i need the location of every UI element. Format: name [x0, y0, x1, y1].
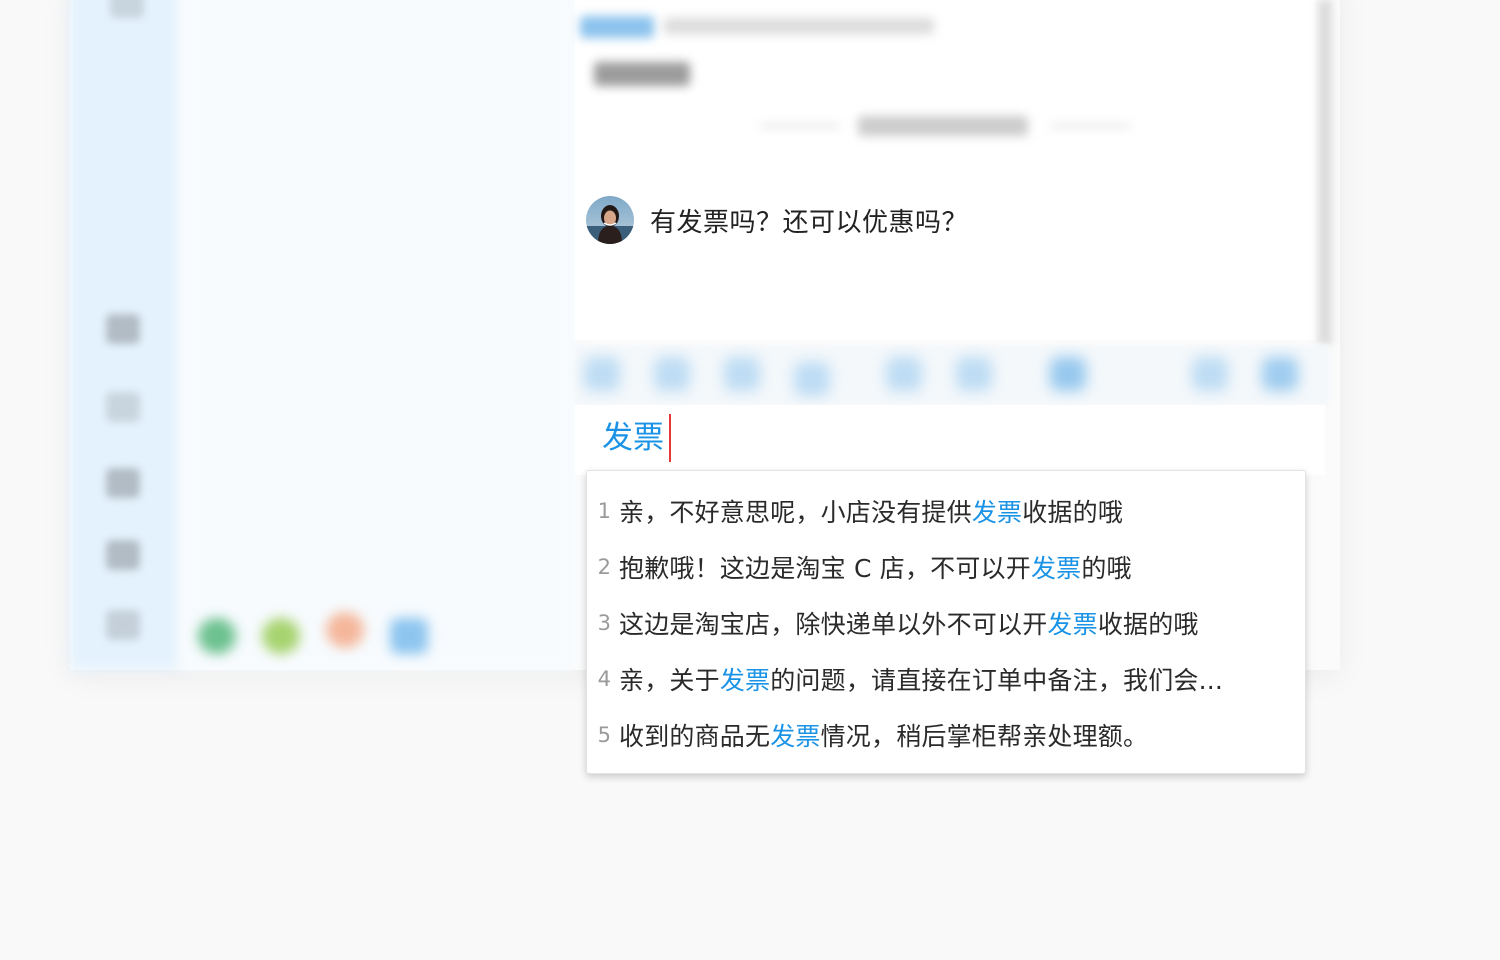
suggestion-item[interactable]: 5 收到的商品无发票情况，稍后掌柜帮亲处理额。	[587, 707, 1305, 763]
suggestion-text: 这边是淘宝店，除快递单以外不可以开发票收据的哦	[619, 610, 1199, 639]
app-icon-blurred[interactable]	[390, 618, 428, 654]
user-avatar-icon[interactable]	[586, 196, 634, 244]
suggestion-keyword: 发票	[971, 498, 1023, 527]
nav-icon-blurred[interactable]	[106, 468, 140, 498]
suggestion-item[interactable]: 4 亲，关于发票的问题，请直接在订单中备注，我们会...	[587, 651, 1305, 707]
suggestion-item[interactable]: 2 抱歉哦！这边是淘宝 C 店，不可以开发票的哦	[587, 539, 1305, 595]
suggestion-item[interactable]: 3 这边是淘宝店，除快递单以外不可以开发票收据的哦	[587, 595, 1305, 651]
text-caret	[669, 414, 671, 462]
folder-icon[interactable]	[956, 357, 992, 391]
suggestion-text: 亲，关于发票的问题，请直接在订单中备注，我们会...	[619, 666, 1224, 695]
chat-history-area	[575, 0, 1315, 340]
suggestion-keyword: 发票	[719, 666, 771, 695]
blurred-chat-content	[858, 116, 1028, 136]
search-icon[interactable]	[1192, 357, 1228, 391]
message-text: 有发票吗？还可以优惠吗？	[650, 207, 969, 238]
image-icon[interactable]	[724, 357, 760, 391]
cloud-icon[interactable]	[794, 362, 830, 396]
suggestion-text: 亲，不好意思呢，小店没有提供发票收据的哦	[619, 498, 1124, 527]
suggestion-index: 3	[597, 611, 611, 635]
emoji-icon[interactable]	[584, 357, 620, 391]
gift-icon[interactable]	[654, 357, 690, 391]
suggestion-index: 1	[597, 499, 611, 523]
quick-reply-suggestions: 1 亲，不好意思呢，小店没有提供发票收据的哦 2 抱歉哦！这边是淘宝 C 店，不…	[586, 470, 1306, 774]
app-icon-blurred[interactable]	[198, 618, 236, 654]
app-icon-blurred[interactable]	[262, 618, 300, 654]
nav-icon-blurred[interactable]	[106, 392, 140, 422]
suggestion-keyword: 发票	[1047, 610, 1098, 639]
suggestion-index: 5	[597, 723, 611, 747]
blurred-chat-content	[580, 16, 654, 38]
chat-scrollbar[interactable]	[1318, 0, 1332, 345]
incoming-message: 有发票吗？还可以优惠吗？	[586, 196, 968, 244]
suggestion-index: 4	[597, 667, 611, 691]
suggestion-item[interactable]: 1 亲，不好意思呢，小店没有提供发票收据的哦	[587, 483, 1305, 539]
blurred-chat-content	[760, 124, 840, 128]
blurred-chat-content	[664, 18, 934, 34]
suggestion-keyword: 发票	[1030, 554, 1082, 583]
suggestion-text: 收到的商品无发票情况，稍后掌柜帮亲处理额。	[619, 722, 1149, 751]
conversation-list-pane	[180, 0, 575, 670]
message-input-area[interactable]	[575, 405, 1325, 475]
suggestion-index: 2	[597, 555, 611, 579]
nav-icon-blurred[interactable]	[110, 0, 144, 18]
screen: 有发票吗？还可以优惠吗？ 发票 1 亲，不好意思呢，小店没有提供发票收据的哦 2…	[0, 0, 1500, 960]
suggestion-text: 抱歉哦！这边是淘宝 C 店，不可以开发票的哦	[619, 554, 1132, 583]
message-input-text[interactable]: 发票	[602, 416, 664, 460]
blurred-chat-content	[594, 62, 690, 86]
shop-icon[interactable]	[1050, 357, 1086, 391]
nav-icon-blurred[interactable]	[106, 540, 140, 570]
nav-icon-blurred[interactable]	[106, 610, 140, 640]
history-icon[interactable]	[1262, 357, 1298, 391]
suggestion-keyword: 发票	[770, 722, 821, 751]
nav-icon-blurred[interactable]	[106, 314, 140, 344]
screenshot-icon[interactable]	[886, 357, 922, 391]
app-icon-blurred[interactable]	[326, 612, 364, 648]
blurred-chat-content	[1050, 124, 1130, 128]
